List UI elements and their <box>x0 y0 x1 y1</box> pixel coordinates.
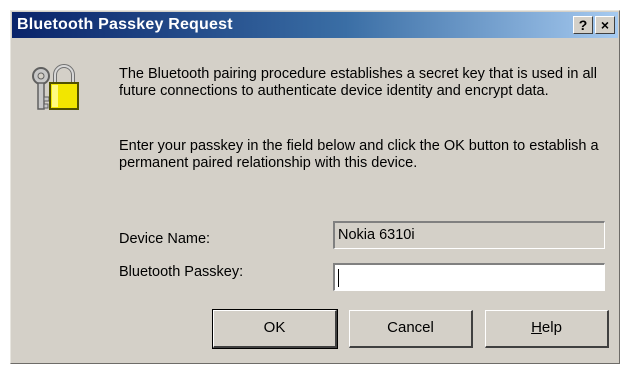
help-button[interactable]: Help <box>485 310 609 348</box>
dialog-title: Bluetooth Passkey Request <box>17 16 233 33</box>
passkey-label: Bluetooth Passkey: <box>119 264 244 280</box>
help-label-rest: elp <box>541 319 562 336</box>
help-icon[interactable]: ? <box>573 16 593 34</box>
help-mnemonic: H <box>531 319 542 336</box>
device-name-field: Nokia 6310i <box>333 221 605 249</box>
cancel-button[interactable]: Cancel <box>349 310 473 348</box>
title-bar: Bluetooth Passkey Request ? × <box>12 12 618 38</box>
ok-button[interactable]: OK <box>212 309 338 349</box>
instruction-paragraph: Enter your passkey in the field below an… <box>119 138 599 171</box>
passkey-dialog: Bluetooth Passkey Request ? × The Blueto… <box>10 10 620 364</box>
close-icon[interactable]: × <box>595 16 615 34</box>
device-name-label: Device Name: <box>119 231 211 247</box>
lock-key-icon <box>32 64 79 110</box>
info-paragraph: The Bluetooth pairing procedure establis… <box>119 66 597 99</box>
passkey-input[interactable] <box>333 263 605 291</box>
text-caret <box>338 269 339 287</box>
